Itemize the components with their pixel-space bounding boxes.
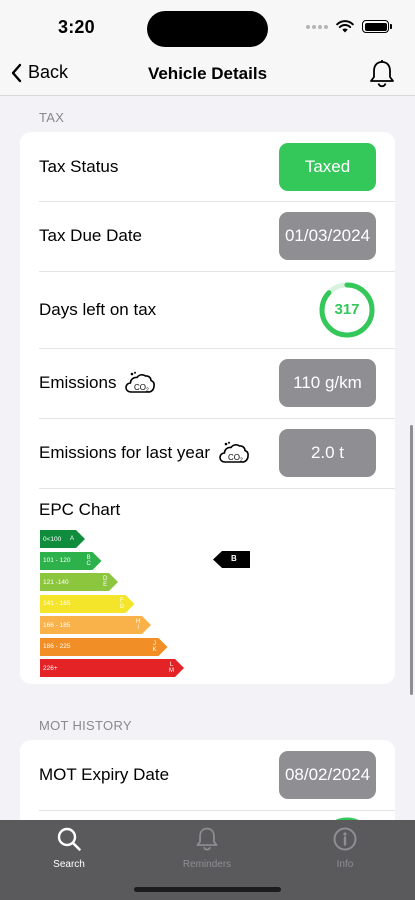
navigation-bar: Back Vehicle Details — [0, 56, 415, 96]
row-emissions: Emissions CO 2 110 g/km — [20, 348, 395, 418]
tax-due-date-value[interactable]: 01/03/2024 — [279, 212, 376, 260]
epc-rating-letter: B — [231, 554, 237, 563]
epc-chart-title: EPC Chart — [39, 500, 121, 519]
row-mot-expiry: MOT Expiry Date 08/02/2024 — [20, 740, 395, 810]
tab-info[interactable]: Info — [300, 826, 390, 870]
back-button[interactable]: Back — [10, 62, 68, 83]
home-indicator — [134, 887, 281, 892]
svg-text:2: 2 — [240, 458, 243, 464]
status-time: 3:20 — [58, 17, 95, 37]
emissions-year-label-group: Emissions for last year CO 2 — [39, 441, 250, 465]
emissions-label-group: Emissions CO 2 — [39, 371, 156, 395]
status-icons — [306, 20, 392, 33]
row-epc-chart: EPC Chart B 0<100 A 101 - 120 B C 121 -140 D E 1… — [20, 488, 395, 684]
search-icon — [57, 827, 81, 851]
emissions-value[interactable]: 110 g/km — [279, 359, 376, 407]
row-mot-next — [20, 810, 395, 820]
battery-icon — [362, 20, 392, 33]
row-tax-status: Tax Status Taxed — [20, 132, 395, 201]
row-emissions-last-year: Emissions for last year CO 2 2.0 t — [20, 418, 395, 488]
epc-band-letters: LM — [169, 662, 174, 674]
tab-reminders-label: Reminders — [182, 859, 232, 870]
epc-band-letters: HI — [136, 619, 141, 631]
section-header-tax: TAX — [39, 110, 65, 125]
bell-icon — [196, 827, 218, 851]
scroll-indicator[interactable] — [410, 425, 413, 695]
epc-band: 101 - 120 B C — [40, 551, 102, 570]
status-bar: 3:20 — [0, 0, 415, 56]
epc-band-letters: JK — [152, 640, 157, 653]
emissions-label: Emissions — [39, 373, 117, 392]
tax-due-date-label: Tax Due Date — [39, 226, 142, 245]
dynamic-island — [147, 11, 268, 47]
epc-band-range: 121 -140 — [43, 578, 69, 586]
notifications-button[interactable] — [368, 59, 396, 94]
tax-status-label: Tax Status — [39, 156, 119, 176]
epc-band: 141 - 165 F G — [40, 594, 135, 613]
epc-band-letters: FG — [119, 597, 125, 610]
tax-status-badge[interactable]: Taxed — [279, 142, 376, 191]
epc-band-letters: DE — [103, 576, 108, 588]
section-header-mot: MOT HISTORY — [39, 718, 132, 733]
tab-info-label: Info — [336, 859, 354, 870]
tax-card: Tax Status Taxed Tax Due Date 01/03/2024… — [20, 132, 395, 684]
back-label: Back — [28, 62, 69, 82]
epc-band: 0<100 A — [40, 530, 85, 548]
epc-band-range: 226+ — [43, 664, 58, 672]
days-left-value: 317 — [334, 301, 360, 318]
emissions-last-year-value[interactable]: 2.0 t — [279, 429, 376, 477]
wifi-icon — [336, 20, 354, 33]
tab-search[interactable]: Search — [24, 826, 114, 870]
info-icon — [333, 827, 357, 851]
co2-cloud-icon: CO 2 — [125, 371, 156, 394]
epc-band-letters: BC — [86, 554, 91, 567]
svg-text:CO: CO — [228, 453, 240, 462]
epc-band: 121 -140 D E — [40, 573, 118, 591]
svg-text:CO: CO — [134, 383, 146, 392]
epc-band-range: 101 - 120 — [43, 557, 71, 564]
chevron-left-icon — [11, 63, 22, 82]
epc-band-range: 141 - 165 — [43, 600, 71, 607]
scroll-content[interactable]: TAX Tax Status Taxed Tax Due Date 01/03/… — [0, 97, 415, 820]
epc-band-letters: A — [70, 536, 75, 542]
epc-band: 226+ L M — [40, 659, 184, 677]
mot-card: MOT Expiry Date 08/02/2024 — [20, 740, 395, 820]
mot-expiry-label: MOT Expiry Date — [39, 765, 170, 784]
row-days-left: Days left on tax 317 — [20, 271, 395, 348]
epc-rating-marker: B — [213, 551, 250, 568]
row-tax-due-date: Tax Due Date 01/03/2024 — [20, 201, 395, 271]
co2-cloud-icon: CO 2 — [219, 441, 249, 464]
cellular-signal-icon — [306, 24, 328, 29]
mot-expiry-value[interactable]: 08/02/2024 — [279, 751, 376, 799]
epc-band-range: 186 - 225 — [43, 643, 71, 650]
tab-reminders[interactable]: Reminders — [162, 826, 252, 870]
epc-band: 186 - 225 J K — [40, 637, 168, 656]
epc-band: 166 - 185 H I — [40, 616, 151, 634]
epc-chart: B 0<100 A 101 - 120 B C 121 -140 D E 141 - 165 F G… — [40, 530, 395, 678]
epc-band-range: 166 - 185 — [43, 621, 71, 629]
emissions-last-year-label: Emissions for last year — [39, 443, 210, 462]
days-left-progress-ring[interactable]: 317 — [318, 281, 376, 339]
tab-search-label: Search — [53, 859, 85, 870]
days-left-label: Days left on tax — [39, 299, 157, 319]
svg-text:2: 2 — [146, 388, 149, 394]
epc-band-range: 0<100 — [43, 535, 62, 543]
epc-band-shape — [40, 659, 184, 677]
bell-icon — [370, 60, 394, 88]
